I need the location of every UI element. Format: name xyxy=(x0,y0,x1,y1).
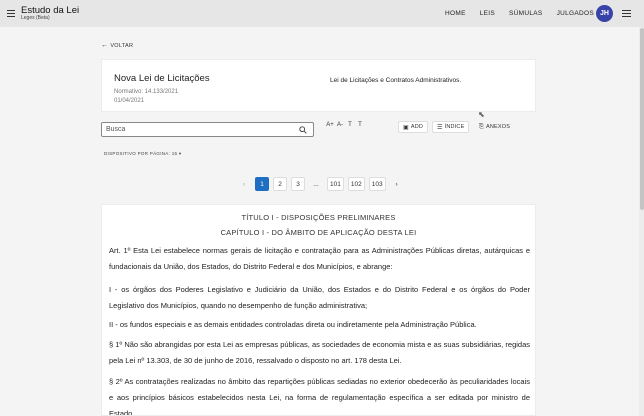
search-icon[interactable] xyxy=(299,126,307,134)
add-note-icon: ▣ xyxy=(403,124,409,131)
brand[interactable]: Estudo da Lei Leges (Beta) xyxy=(21,6,79,22)
nav-julgados[interactable]: JULGADOS xyxy=(557,10,594,17)
drawer-menu-icon[interactable] xyxy=(7,10,15,17)
law-title: Nova Lei de Licitações xyxy=(114,73,210,84)
nav-leis[interactable]: LEIS xyxy=(480,10,495,17)
top-nav: HOME LEIS SÚMULAS JULGADOS xyxy=(431,0,594,27)
nav-sumulas[interactable]: SÚMULAS xyxy=(509,10,543,17)
law-date: 01/04/2021 xyxy=(114,98,145,104)
font-decrease-button[interactable]: A- xyxy=(335,122,345,128)
add-button[interactable]: ▣ ADD xyxy=(398,121,429,133)
page-2-button[interactable]: 2 xyxy=(273,177,287,191)
article-paragraph: § 1º Não são abrangidas por esta Lei as … xyxy=(109,340,530,365)
chevron-down-icon: ▾ xyxy=(178,151,182,156)
chevron-right-icon: › xyxy=(395,180,398,188)
page-1-button[interactable]: 1 xyxy=(255,177,269,191)
page-101-button[interactable]: 101 xyxy=(327,177,344,191)
list-icon: ☰ xyxy=(437,124,443,131)
law-document: TÍTULO I - DISPOSIÇÕES PRELIMINARES CAPÍ… xyxy=(101,204,536,416)
per-page-select[interactable]: DISPOSITIVO POR PÁGINA: 15 ▾ xyxy=(104,151,181,157)
chevron-left-icon: ‹ xyxy=(242,180,246,188)
search-field[interactable] xyxy=(101,122,314,137)
font-controls: A+ A- T T xyxy=(325,122,365,128)
prev-page-button[interactable]: ‹ xyxy=(237,177,251,191)
law-description: Lei de Licitações e Contratos Administra… xyxy=(330,77,462,84)
back-button[interactable]: ← VOLTAR xyxy=(101,42,133,49)
app-title: Estudo da Lei xyxy=(21,4,80,16)
paperclip-icon: ⎘ xyxy=(479,123,485,130)
attachments-label: ANEXOS xyxy=(486,124,511,130)
mouse-cursor-icon: ⬉ xyxy=(478,110,485,119)
next-page-button[interactable]: › xyxy=(390,177,404,191)
law-header-card: Nova Lei de Licitações Normativo: 14.133… xyxy=(101,59,536,112)
user-avatar[interactable]: JH xyxy=(596,5,613,22)
page-3-button[interactable]: 3 xyxy=(291,177,305,191)
menu-icon[interactable] xyxy=(622,10,631,17)
page-103-button[interactable]: 103 xyxy=(368,177,386,191)
back-label: VOLTAR xyxy=(110,42,134,49)
page-102-button[interactable]: 102 xyxy=(347,177,365,191)
index-label: ÍNDICE xyxy=(444,124,465,130)
scrollbar-thumb[interactable] xyxy=(639,28,644,210)
app-subtitle: Leges (Beta) xyxy=(21,15,50,22)
attachments-button[interactable]: ⎘ ANEXOS xyxy=(475,121,514,133)
article-paragraph: § 2º As contratações realizadas no âmbit… xyxy=(109,377,530,416)
text-style-button[interactable]: T xyxy=(345,122,355,128)
article-paragraph: I - os órgãos dos Poderes Legislativo e … xyxy=(109,285,530,310)
index-button[interactable]: ☰ ÍNDICE xyxy=(432,121,470,133)
search-input[interactable] xyxy=(106,126,286,133)
article-paragraph: Art. 1º Esta Lei estabelece normas gerai… xyxy=(109,246,530,271)
nav-home[interactable]: HOME xyxy=(445,10,466,17)
article-paragraph: II - os fundos especiais e as demais ent… xyxy=(109,320,477,329)
pagination-ellipsis: ... xyxy=(313,180,319,188)
arrow-left-icon: ← xyxy=(101,42,109,49)
app-bar: Estudo da Lei Leges (Beta) HOME LEIS SÚM… xyxy=(0,0,644,27)
add-label: ADD xyxy=(410,124,424,130)
document-chapter: CAPÍTULO I - DO ÂMBITO DE APLICAÇÃO DEST… xyxy=(220,228,417,237)
law-normativo: Normativo: 14.133/2021 xyxy=(114,89,179,95)
document-title: TÍTULO I - DISPOSIÇÕES PRELIMINARES xyxy=(241,213,396,222)
font-increase-button[interactable]: A+ xyxy=(325,122,335,128)
per-page-value: 15 xyxy=(171,151,178,156)
text-size-button[interactable]: T xyxy=(355,122,365,128)
pagination: ‹ 1 2 3 ... 101 102 103 › xyxy=(237,177,408,191)
per-page-label: DISPOSITIVO POR PÁGINA: xyxy=(104,151,171,156)
